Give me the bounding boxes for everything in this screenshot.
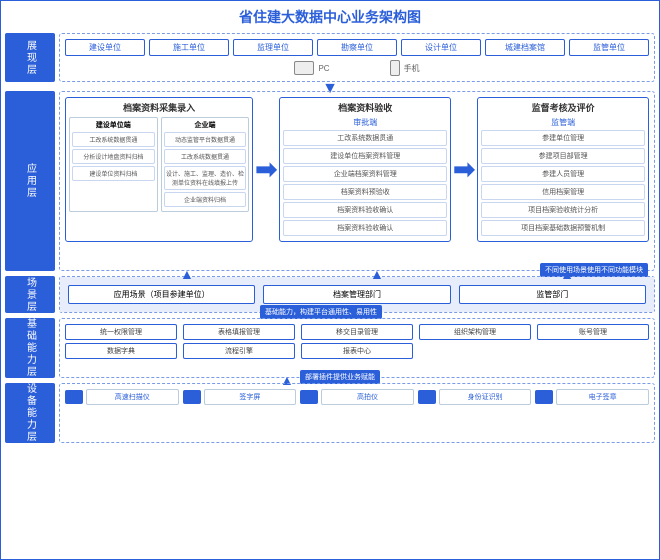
- col-collect: 档案资料采集录入 建设单位端 工改系统数据贯通 分析设计地盘资料归档 建设单位资…: [65, 97, 253, 242]
- equip-item: 签字屏: [183, 389, 297, 405]
- note-badge: 不同使用场景使用不同功能模块: [540, 263, 648, 277]
- sub-head: 建设单位端: [72, 120, 155, 130]
- feature-item: 档案资料预验收: [283, 184, 447, 200]
- feature-item: 分析设计地盘资料归档: [72, 149, 155, 164]
- equip-item: 高速扫描仪: [65, 389, 179, 405]
- feature-item: 设计、施工、监理、造价、检测单位资料在线填报上传: [164, 166, 247, 190]
- capability-box: 流程引擎: [183, 343, 295, 359]
- feature-item: 动态监管平台数据贯通: [164, 132, 247, 147]
- layer-label-base: 基础能力层: [5, 318, 55, 378]
- unit-box: 城建档案馆: [485, 39, 565, 56]
- unit-box: 设计单位: [401, 39, 481, 56]
- scene-box: 监管部门: [459, 285, 646, 304]
- capability-box: 表格填报管理: [183, 324, 295, 340]
- arrow-up-icon: ▲: [560, 269, 574, 279]
- equip-item: 高拍仪: [300, 389, 414, 405]
- capability-box: 数据字典: [65, 343, 177, 359]
- unit-box: 勘察单位: [317, 39, 397, 56]
- id-icon: [418, 390, 436, 404]
- scene-box: 应用场景（项目参建单位）: [68, 285, 255, 304]
- layer-label-equip: 设备能力层: [5, 383, 55, 443]
- layer-label-display: 展现层: [5, 33, 55, 82]
- page-title: 省住建大数据中心业务架构图: [5, 7, 655, 27]
- feature-item: 工改系统数据贯通: [164, 149, 247, 164]
- feature-item: 项目档案基础数据预警机制: [481, 220, 645, 236]
- col-supervise: 监督考核及评价 监管端 参建单位管理 参建项目部管理 参建人员管理 信用档案管理…: [477, 97, 649, 242]
- feature-item: 参建单位管理: [481, 130, 645, 146]
- arrow-right-icon: ➡: [453, 97, 475, 242]
- layer-label-scene: 场景层: [5, 276, 55, 313]
- scanner-icon: [65, 390, 83, 404]
- unit-box: 监管单位: [569, 39, 649, 56]
- camera-icon: [300, 390, 318, 404]
- capability-box: 移交目录管理: [301, 324, 413, 340]
- unit-box: 建设单位: [65, 39, 145, 56]
- pc-icon: [294, 61, 314, 75]
- feature-item: 档案资料验收确认: [283, 220, 447, 236]
- sub-head: 企业端: [164, 120, 247, 130]
- stamp-icon: [535, 390, 553, 404]
- feature-item: 企业端档案资料管理: [283, 166, 447, 182]
- feature-item: 建设单位资料归档: [72, 166, 155, 181]
- feature-item: 企业端资料归档: [164, 192, 247, 207]
- arrow-right-icon: ➡: [255, 97, 277, 242]
- unit-box: 施工单位: [149, 39, 229, 56]
- feature-item: 参建人员管理: [481, 166, 645, 182]
- equip-item: 身份证识别: [418, 389, 532, 405]
- scene-box: 档案管理部门: [263, 285, 450, 304]
- feature-item: 工改系统数据贯通: [72, 132, 155, 147]
- unit-box: 监理单位: [233, 39, 313, 56]
- note-badge: 基础能力，构建平台通用性、易用性: [260, 305, 382, 319]
- phone-icon: [390, 60, 400, 76]
- device-pc: PC: [294, 61, 329, 75]
- signpad-icon: [183, 390, 201, 404]
- equip-item: 电子签章: [535, 389, 649, 405]
- col-verify: 档案资料验收 审批端 工改系统数据贯通 建设单位档案资料管理 企业端档案资料管理…: [279, 97, 451, 242]
- note-badge: 部署插件提供业务赋能: [300, 370, 380, 384]
- feature-item: 参建项目部管理: [481, 148, 645, 164]
- layer-label-app: 应用层: [5, 91, 55, 271]
- device-mobile: 手机: [390, 60, 420, 76]
- capability-box: 账号管理: [537, 324, 649, 340]
- feature-item: 信用档案管理: [481, 184, 645, 200]
- arrow-up-icon: ▲: [180, 269, 194, 279]
- feature-item: 工改系统数据贯通: [283, 130, 447, 146]
- arrow-up-icon: ▲: [370, 269, 384, 279]
- feature-item: 档案资料验收确认: [283, 202, 447, 218]
- feature-item: 建设单位档案资料管理: [283, 148, 447, 164]
- capability-box: 报表中心: [301, 343, 413, 359]
- capability-box: 统一权限管理: [65, 324, 177, 340]
- capability-box: 组织架构管理: [419, 324, 531, 340]
- feature-item: 项目档案验收统计分析: [481, 202, 645, 218]
